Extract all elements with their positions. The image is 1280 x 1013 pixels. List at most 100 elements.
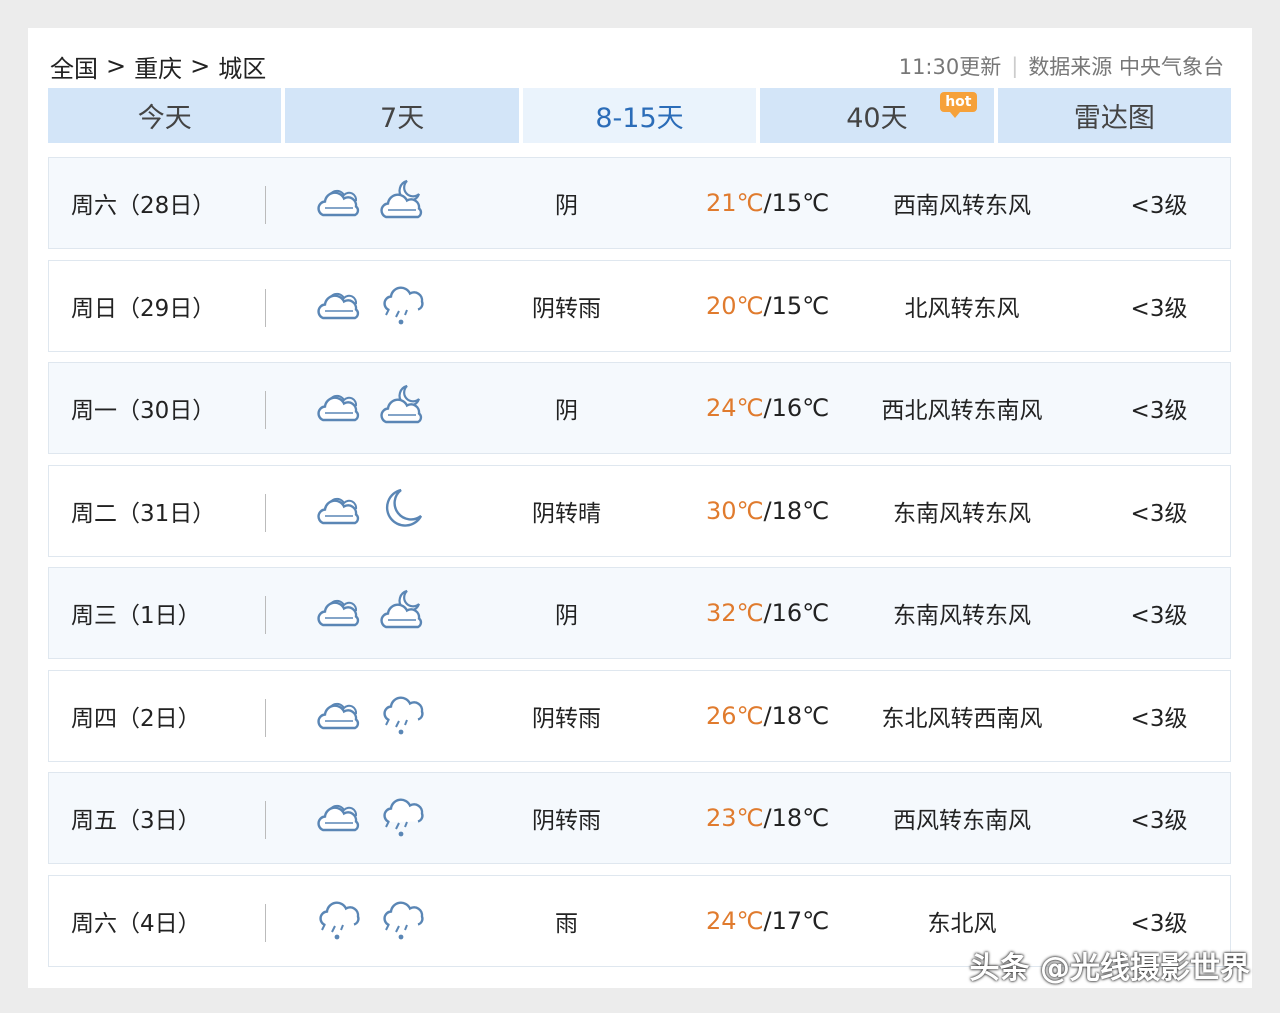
wind-level: <3级 [1130,500,1188,527]
forecast-row: 周六（28日） 阴 21℃/15℃ 西南风转东风 <3级 [48,157,1231,249]
column-divider [265,698,266,737]
wind-direction: 北风转东风 [904,295,1020,322]
breadcrumb-city[interactable]: 重庆 [134,49,182,84]
tab-today[interactable]: 今天 [48,88,282,143]
breadcrumb-separator: > [190,52,211,80]
temperature: 26℃/18℃ [706,671,829,761]
forecast-day: 周四（2日） [71,705,201,732]
tab-7-days[interactable]: 7天 [285,88,519,143]
cloud-icon [313,280,363,332]
forecast-day: 周六（4日） [71,910,201,937]
forecast-tabs: 今天 7天 8-15天 40天 hot 雷达图 [48,88,1232,143]
weather-icons [313,568,427,658]
low-temp: 17℃ [771,906,830,935]
temperature: 21℃/15℃ [706,158,829,248]
weather-description: 阴 [555,603,578,629]
weather-description: 雨 [555,910,578,937]
high-temp: 26℃ [706,701,764,730]
wind-level: <3级 [1130,603,1188,629]
tab-label: 8-15天 [595,103,684,134]
wind-direction: 东北风转西南风 [881,705,1043,732]
forecast-row: 周日（29日） 阴转雨 20℃/15℃ 北风转东风 <3级 [48,259,1231,352]
cloud-icon [313,177,363,229]
wind-level: <3级 [1130,193,1188,219]
tab-8-15-days[interactable]: 8-15天 [522,88,757,143]
temperature: 32℃/16℃ [706,568,829,658]
forecast-row: 周三（1日） 阴 32℃/16℃ 东南风转东风 <3级 [48,567,1231,659]
temp-separator: / [763,496,772,525]
tab-label: 今天 [137,103,192,134]
column-divider [265,391,266,429]
partly-cloudy-night-icon [377,382,427,434]
temperature: 24℃/17℃ [706,876,829,966]
low-temp: 15℃ [771,291,830,320]
temp-separator: / [763,291,772,320]
column-divider [265,493,266,532]
wind-direction: 西北风转东南风 [881,398,1043,424]
cloud-icon [313,792,363,844]
high-temp: 20℃ [706,291,764,320]
temperature: 20℃/15℃ [706,261,829,351]
cloud-icon [313,485,363,537]
update-time: 11:30更新 [898,55,1002,79]
high-temp: 21℃ [706,189,764,217]
wind-direction: 西风转东南风 [893,808,1031,834]
weather-icons [313,773,427,863]
forecast-day: 周六（28日） [71,193,216,219]
temp-separator: / [763,189,772,217]
forecast-day: 周一（30日） [71,398,216,424]
weather-description: 阴 [555,398,578,424]
breadcrumb-separator: > [106,52,127,80]
high-temp: 23℃ [706,804,764,832]
forecast-list: 周六（28日）阴 21℃/15℃ 西南风转东风 <3级 周日（29日） 阴转雨 20℃/15… [48,157,1231,977]
weather-description: 阴转雨 [532,705,601,732]
forecast-row: 周四（2日） 阴转雨 26℃/18℃ 东北风转西南风 <3级 [48,669,1231,762]
meta-divider: | [1011,54,1019,78]
wind-level: <3级 [1130,808,1188,834]
tab-label: 雷达图 [1073,103,1155,134]
wind-direction: 东南风转东风 [893,500,1031,527]
low-temp: 16℃ [771,394,830,422]
weather-icons [313,876,427,966]
forecast-day: 周日（29日） [71,295,216,322]
forecast-day: 周五（3日） [71,808,201,834]
tab-radar[interactable]: 雷达图 [997,88,1232,143]
breadcrumb-district[interactable]: 城区 [218,49,266,84]
temp-separator: / [763,394,772,422]
forecast-row: 周二（31日） 阴转晴 30℃/18℃ 东南风转东风 <3级 [48,464,1231,557]
temp-separator: / [763,701,772,730]
partly-cloudy-night-icon [377,177,427,229]
wind-level: <3级 [1130,398,1188,424]
column-divider [265,288,266,327]
temperature: 30℃/18℃ [706,466,829,556]
low-temp: 18℃ [771,701,830,730]
cloud-icon [313,690,363,742]
temp-separator: / [763,906,772,935]
weather-description: 阴 [555,193,578,219]
weather-icons [313,363,427,453]
high-temp: 30℃ [706,496,764,525]
low-temp: 15℃ [771,189,830,217]
temp-separator: / [763,804,772,832]
low-temp: 18℃ [771,804,830,832]
weather-icons [313,671,427,761]
wind-direction: 西南风转东风 [893,193,1031,219]
tab-label: 40天 [846,103,908,134]
moon-icon [377,485,427,537]
rain-icon [377,792,427,844]
forecast-row: 周一（30日） 阴 24℃/16℃ 西北风转东南风 <3级 [48,362,1231,454]
breadcrumb-country[interactable]: 全国 [50,49,98,84]
update-info: 11:30更新 | 数据来源 中央气象台 [899,48,1224,84]
tab-label: 7天 [380,103,425,134]
rain-icon [377,690,427,742]
wind-level: <3级 [1130,295,1188,322]
weather-description: 阴转晴 [532,500,601,527]
tab-40-days[interactable]: 40天 hot [760,88,994,143]
forecast-day: 周二（31日） [71,500,216,527]
rain-icon [313,895,363,947]
forecast-day: 周三（1日） [71,603,201,629]
weather-description: 阴转雨 [532,808,601,834]
column-divider [265,801,266,839]
temperature: 23℃/18℃ [706,773,829,863]
temperature: 24℃/16℃ [706,363,829,453]
